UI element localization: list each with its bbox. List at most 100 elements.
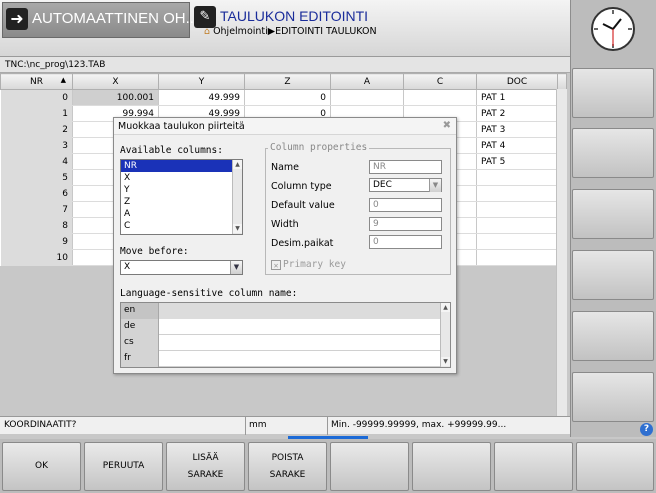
language-row[interactable]: fr (121, 351, 450, 367)
language-row[interactable]: cs (121, 335, 450, 351)
scroll-up-icon[interactable]: ▲ (233, 160, 242, 169)
dialog-title: Muokkaa taulukon piirteitä (114, 118, 456, 135)
cell-doc[interactable] (476, 169, 558, 186)
cell-nr[interactable]: 3 (0, 137, 73, 154)
decimals-label: Desim.paikat (271, 238, 334, 249)
cell-nr[interactable]: 6 (0, 185, 73, 202)
cell-nr[interactable]: 9 (0, 233, 73, 250)
language-names-label: Language-sensitive column name: (120, 288, 298, 299)
softkey-page-indicator (288, 436, 368, 439)
scroll-down-icon[interactable]: ▼ (233, 224, 242, 233)
move-before-label: Move before: (120, 246, 189, 257)
right-softkey-2[interactable] (572, 128, 654, 178)
cell-c[interactable] (403, 89, 477, 106)
language-names-table[interactable]: en de cs fr ▲ ▼ (120, 302, 451, 368)
mode-tab-table-edit[interactable]: ✎ TAULUKON EDITOINTI ⌂ Ohjelmointi▶EDITO… (194, 4, 444, 44)
col-header-y[interactable]: Y (158, 73, 245, 90)
right-softkey-4[interactable] (572, 250, 654, 300)
column-type-label: Column type (271, 181, 332, 192)
right-softkey-3[interactable] (572, 189, 654, 239)
cell-doc[interactable] (476, 185, 558, 202)
cell-x[interactable]: 100.001 (72, 89, 159, 106)
list-item[interactable]: NR (121, 160, 242, 172)
scroll-down-icon[interactable]: ▼ (441, 357, 450, 366)
cell-nr[interactable]: 1 (0, 105, 73, 122)
table-edit-icon: ✎ (194, 6, 216, 28)
scroll-up-icon[interactable]: ▲ (441, 303, 450, 312)
range-hint: Min. -99999.99999, max. +99999.99... (331, 420, 507, 430)
cell-doc[interactable]: PAT 3 (476, 121, 558, 138)
language-table-scrollbar[interactable]: ▲ ▼ (440, 303, 450, 367)
cell-doc[interactable]: PAT 2 (476, 105, 558, 122)
list-item[interactable]: X (121, 172, 242, 184)
cell-doc[interactable]: PAT 4 (476, 137, 558, 154)
clock-icon (591, 7, 635, 51)
name-field[interactable]: NR (369, 160, 442, 174)
add-column-button[interactable]: LISÄÄ SARAKE (166, 442, 245, 491)
list-item[interactable]: Z (121, 196, 242, 208)
cell-nr[interactable]: 0 (0, 89, 73, 106)
column-type-select[interactable]: DEC ▼ (369, 178, 442, 192)
language-code: en (121, 303, 159, 319)
edit-table-format-dialog: Muokkaa taulukon piirteitä ✖ Available c… (113, 117, 457, 374)
cell-nr[interactable]: 4 (0, 153, 73, 170)
cell-nr[interactable]: 10 (0, 249, 73, 266)
right-softkey-1[interactable] (572, 68, 654, 118)
cell-doc[interactable] (476, 217, 558, 234)
col-header-c[interactable]: C (403, 73, 477, 90)
list-item[interactable]: C (121, 220, 242, 232)
columns-list-scrollbar[interactable]: ▲ ▼ (232, 160, 242, 234)
cell-doc[interactable] (476, 249, 558, 266)
cell-nr[interactable]: 7 (0, 201, 73, 218)
right-softkey-5[interactable] (572, 311, 654, 361)
ok-button[interactable]: OK (2, 442, 81, 491)
softkey-8[interactable] (576, 442, 654, 491)
available-columns-label: Available columns: (120, 145, 223, 156)
width-field[interactable]: 9 (369, 217, 442, 231)
language-code: cs (121, 335, 159, 351)
table-row[interactable]: 0 100.001 49.999 0 PAT 1 (0, 89, 567, 106)
cell-nr[interactable]: 8 (0, 217, 73, 234)
available-columns-list[interactable]: NR X Y Z A C ▲ ▼ (120, 159, 243, 235)
chevron-down-icon[interactable]: ▼ (429, 179, 441, 192)
right-softkey-6[interactable] (572, 372, 654, 422)
cell-z[interactable]: 0 (244, 89, 331, 106)
list-item[interactable]: A (121, 208, 242, 220)
table-scrollbar[interactable] (556, 89, 567, 416)
cell-a[interactable] (330, 89, 404, 106)
move-before-select[interactable]: X ▼ (120, 260, 243, 275)
chevron-down-icon[interactable]: ▼ (230, 261, 242, 274)
help-icon[interactable]: ? (640, 423, 653, 436)
col-header-z[interactable]: Z (244, 73, 331, 90)
cell-doc[interactable]: PAT 1 (476, 89, 558, 106)
softkey-6[interactable] (412, 442, 491, 491)
cell-doc[interactable]: PAT 5 (476, 153, 558, 170)
decimals-field[interactable]: 0 (369, 235, 442, 249)
cancel-button[interactable]: PERUUTA (84, 442, 163, 491)
checkbox-icon[interactable]: ✕ (271, 260, 281, 270)
softkey-7[interactable] (494, 442, 573, 491)
col-header-x[interactable]: X (72, 73, 159, 90)
cell-doc[interactable] (476, 201, 558, 218)
cell-nr[interactable]: 5 (0, 169, 73, 186)
unit-label: mm (249, 420, 267, 430)
cell-y[interactable]: 49.999 (158, 89, 245, 106)
softkey-5[interactable] (330, 442, 409, 491)
mode-tab-automatic[interactable]: ➜ AUTOMAATTINEN OH... (2, 2, 198, 38)
col-header-a[interactable]: A (330, 73, 404, 90)
list-item[interactable]: Y (121, 184, 242, 196)
default-value-field[interactable]: 0 (369, 198, 442, 212)
close-icon[interactable]: ✖ (443, 120, 451, 131)
language-row[interactable]: en (121, 303, 450, 319)
cell-nr[interactable]: 2 (0, 121, 73, 138)
width-label: Width (271, 219, 299, 230)
language-row[interactable]: de (121, 319, 450, 335)
col-header-doc[interactable]: DOC (476, 73, 558, 90)
file-path: TNC:\nc_prog\123.TAB (0, 57, 570, 73)
language-code: de (121, 319, 159, 335)
breadcrumb: ⌂ Ohjelmointi▶EDITOINTI TAULUKON (204, 26, 377, 37)
col-header-nr[interactable]: NR ▲ (0, 73, 73, 90)
cell-doc[interactable] (476, 233, 558, 250)
remove-column-button[interactable]: POISTA SARAKE (248, 442, 327, 491)
primary-key-checkbox[interactable]: ✕ Primary key (271, 259, 346, 270)
